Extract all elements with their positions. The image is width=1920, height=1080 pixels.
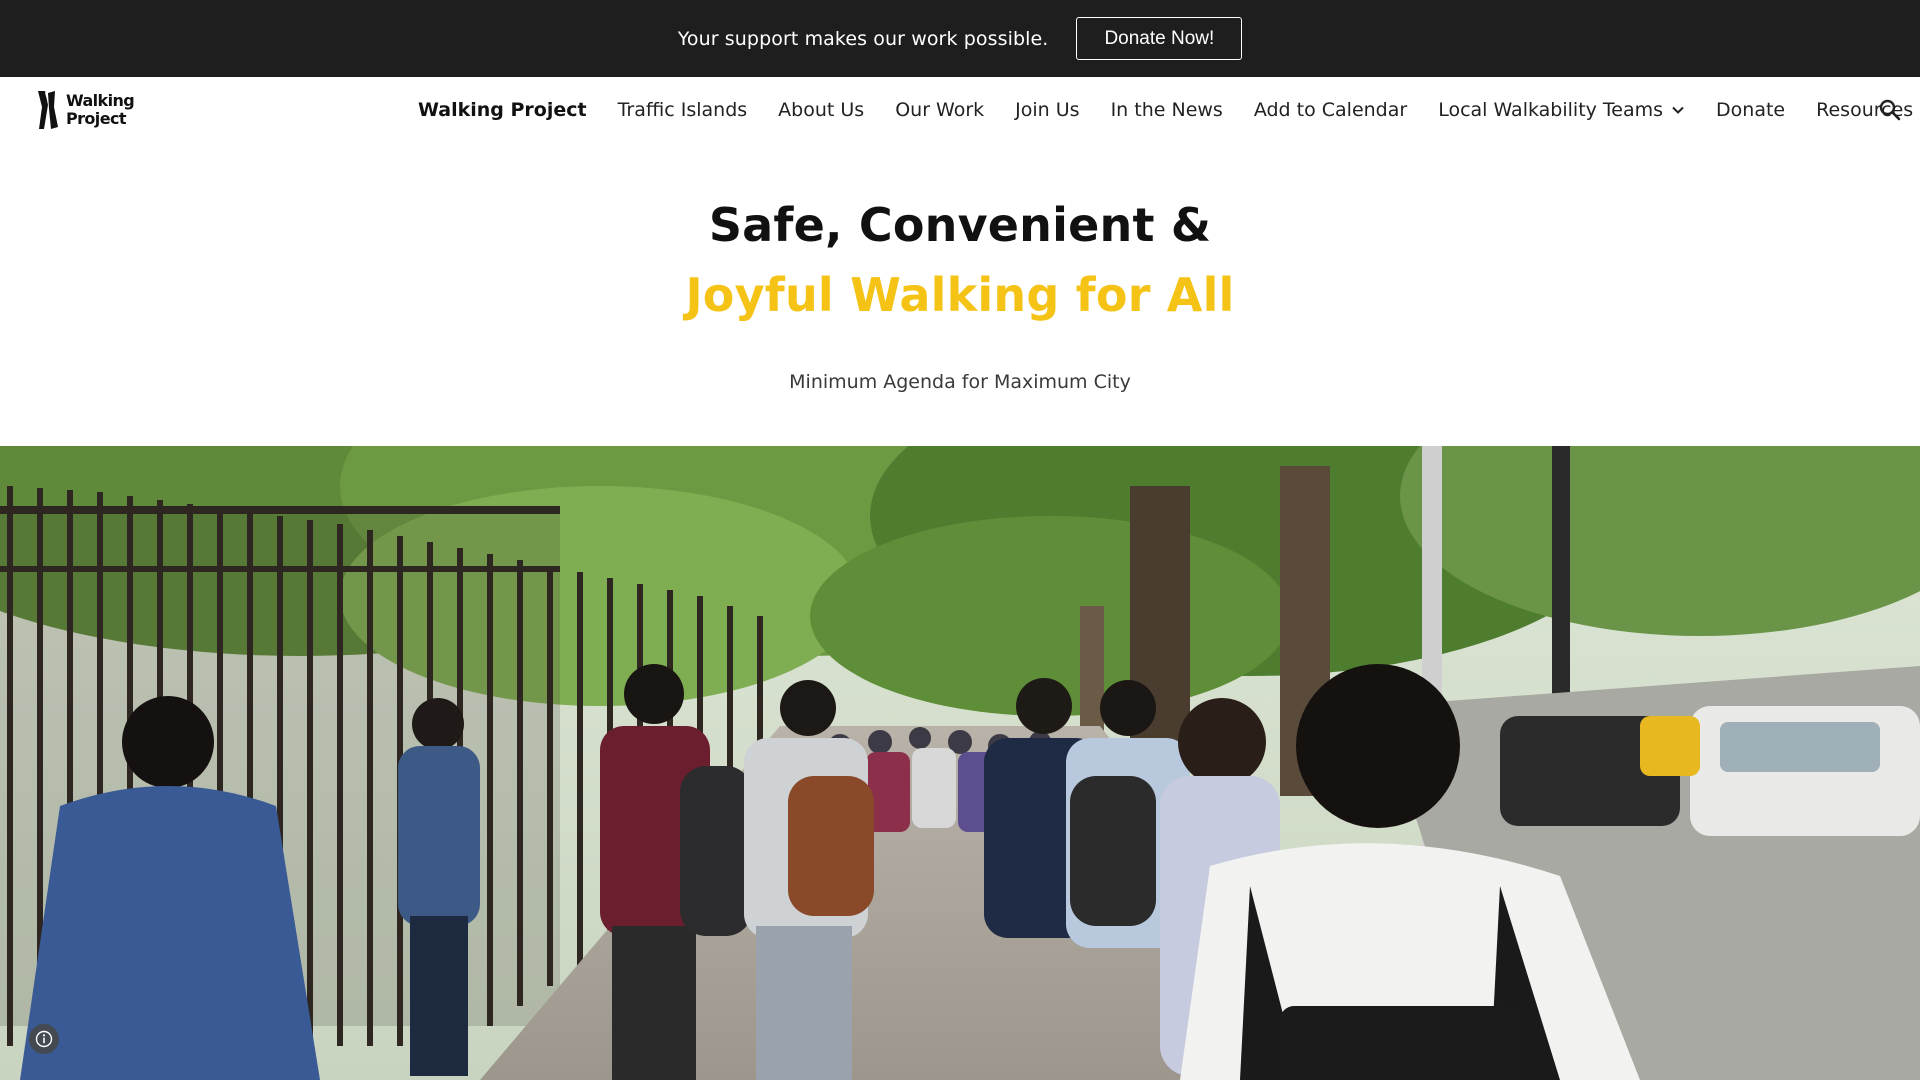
banner-message: Your support makes our work possible. xyxy=(677,27,1049,50)
hero-title-line-2: Joyful Walking for All xyxy=(685,268,1235,322)
walking-logo-icon xyxy=(38,91,58,129)
image-info-button[interactable] xyxy=(29,1024,59,1054)
hero-subtitle: Minimum Agenda for Maximum City xyxy=(789,371,1131,393)
info-icon xyxy=(35,1030,53,1048)
nav-item-in-the-news[interactable]: In the News xyxy=(1111,99,1223,121)
nav-item-traffic-islands[interactable]: Traffic Islands xyxy=(618,99,748,121)
nav-item-join-us[interactable]: Join Us xyxy=(1015,99,1079,121)
hero-photo xyxy=(0,446,1920,1080)
site-logo[interactable]: Walking Project xyxy=(36,89,135,131)
search-icon[interactable] xyxy=(1878,98,1902,122)
chevron-down-icon xyxy=(1672,106,1684,114)
donate-now-button[interactable]: Donate Now! xyxy=(1076,17,1243,60)
donation-banner: Your support makes our work possible. Do… xyxy=(0,0,1920,77)
main-navigation: Walking Project Traffic Islands About Us… xyxy=(418,77,1913,143)
nav-item-our-work[interactable]: Our Work xyxy=(895,99,984,121)
logo-line-1: Walking xyxy=(66,91,135,110)
logo-text: Walking Project xyxy=(66,91,135,128)
logo-line-2: Project xyxy=(66,109,126,128)
nav-item-about-us[interactable]: About Us xyxy=(778,99,864,121)
street-scene-image xyxy=(0,446,1920,1080)
nav-item-walking-project[interactable]: Walking Project xyxy=(418,99,587,121)
hero-title-line-1: Safe, Convenient & xyxy=(708,198,1212,252)
nav-item-local-walkability-teams[interactable]: Local Walkability Teams xyxy=(1438,99,1685,121)
nav-item-local-walkability-teams-label: Local Walkability Teams xyxy=(1438,99,1664,121)
site-header: Walking Project Walking Project Traffic … xyxy=(0,77,1920,143)
nav-item-add-to-calendar[interactable]: Add to Calendar xyxy=(1254,99,1407,121)
nav-item-donate[interactable]: Donate xyxy=(1716,99,1785,121)
